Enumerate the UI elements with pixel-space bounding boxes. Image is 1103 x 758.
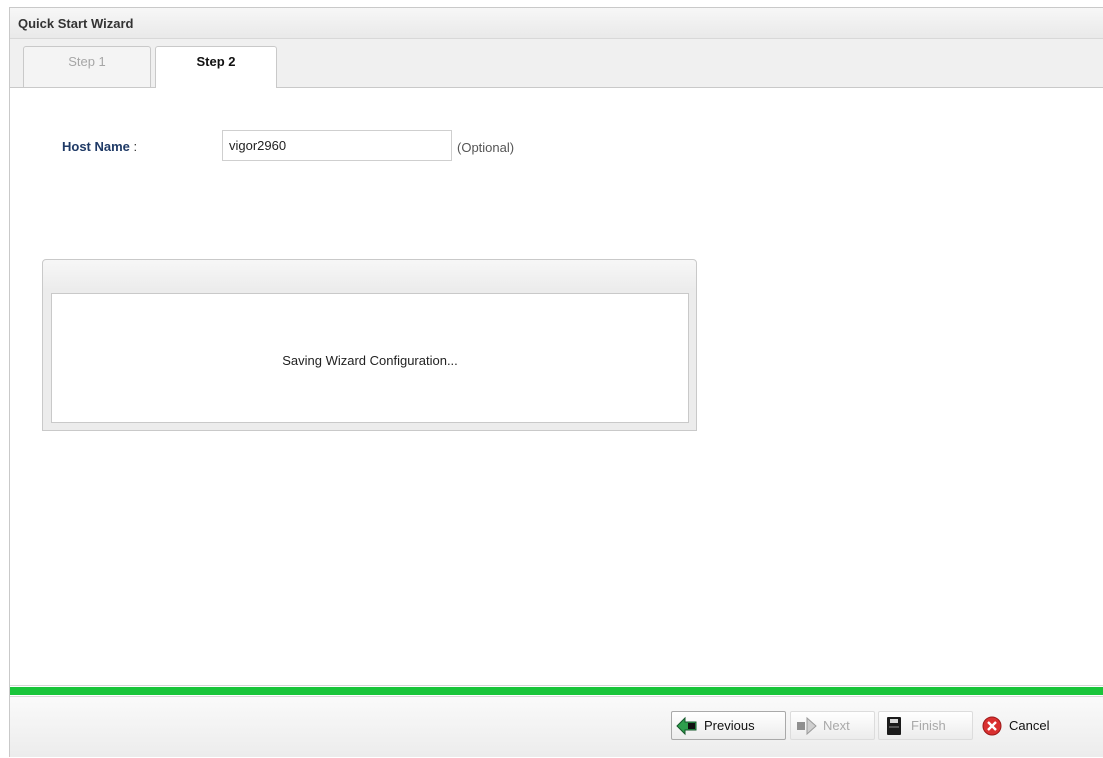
arrow-right-icon [797,716,817,735]
saving-dialog-body: Saving Wizard Configuration... [51,293,689,423]
wizard-footer: Previous Next Finish Cancel [10,696,1103,757]
progress-bar [10,687,1103,695]
wizard-window: Quick Start Wizard Step 1 Step 2 Host Na… [9,7,1103,757]
save-icon [887,716,901,735]
cancel-button[interactable]: Cancel [977,711,1072,740]
next-button[interactable]: Next [790,711,875,740]
window-title: Quick Start Wizard [10,8,1103,39]
saving-dialog: Saving Wizard Configuration... [42,259,697,431]
saving-message: Saving Wizard Configuration... [282,353,458,368]
tab-strip: Step 1 Step 2 [10,39,1103,88]
host-name-label: Host Name : [62,139,137,154]
tab-step-2[interactable]: Step 2 [155,46,277,88]
previous-button[interactable]: Previous [671,711,786,740]
host-name-label-text: Host Name [62,139,130,154]
step-content: Host Name : vigor2960 (Optional) Saving … [10,88,1103,686]
cancel-label: Cancel [1009,718,1050,733]
next-label: Next [823,718,850,733]
finish-label: Finish [911,718,946,733]
host-name-colon: : [133,139,138,154]
arrow-left-icon [676,716,697,735]
host-name-input[interactable]: vigor2960 [222,130,452,161]
optional-hint: (Optional) [457,140,515,155]
tab-step-1[interactable]: Step 1 [23,46,151,87]
progress-bar-fill [10,687,1103,695]
cancel-icon [982,716,1002,735]
finish-button[interactable]: Finish [878,711,973,740]
footer-divider [10,685,1103,686]
previous-label: Previous [704,718,755,733]
